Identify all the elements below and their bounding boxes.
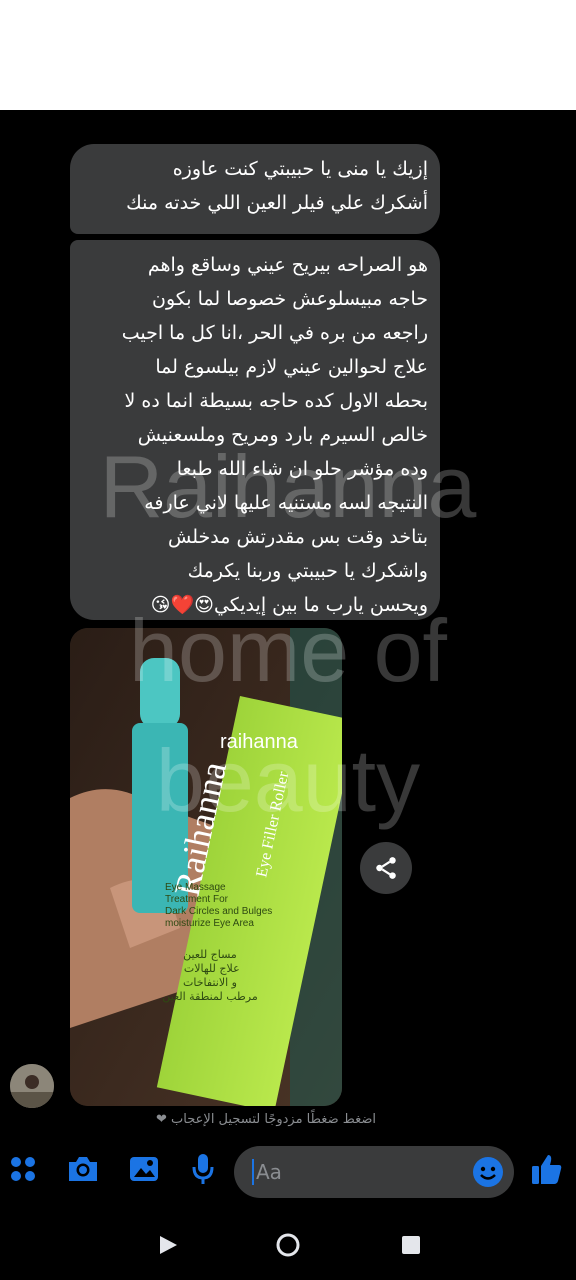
double-tap-like-hint: اضغط ضغطًا مزدوجًا لتسجيل الإعجاب ❤: [156, 1112, 376, 1127]
gallery-icon: [130, 1157, 158, 1181]
camera-button[interactable]: [64, 1152, 102, 1186]
status-area: [0, 0, 576, 110]
sender-avatar[interactable]: [10, 1064, 54, 1108]
photo-message[interactable]: raihanna Raihanna Eye Filler Roller Eye …: [70, 628, 342, 1106]
message-input[interactable]: Aa: [234, 1146, 514, 1198]
roller-cap: [140, 658, 180, 728]
emoji-icon[interactable]: [472, 1156, 504, 1188]
apps-icon: [11, 1157, 35, 1181]
like-icon: [532, 1155, 562, 1184]
camera-icon: [69, 1157, 97, 1181]
system-navigation-bar: [0, 1206, 576, 1280]
message-bubble-1[interactable]: إزيك يا منى يا حبيبتي كنت عاوزه أشكرك عل…: [70, 144, 440, 234]
share-button[interactable]: [360, 842, 412, 894]
avatar-image: [10, 1064, 54, 1108]
home-circle-icon[interactable]: [274, 1231, 302, 1259]
product-photo: raihanna Raihanna Eye Filler Roller Eye …: [70, 628, 342, 1106]
back-triangle-icon[interactable]: [156, 1233, 180, 1257]
microphone-icon: [192, 1154, 214, 1184]
microphone-button[interactable]: [186, 1150, 220, 1188]
text-caret: [252, 1159, 254, 1185]
gallery-button[interactable]: [126, 1152, 162, 1186]
like-button[interactable]: [528, 1150, 566, 1188]
message-bubble-2[interactable]: هو الصراحه بيريح عيني وساقع واهم حاجه مب…: [70, 240, 440, 620]
share-icon: [376, 857, 396, 879]
message-input-placeholder: Aa: [256, 1160, 282, 1184]
recents-square-icon[interactable]: [400, 1234, 422, 1256]
box-logo-text: raihanna: [220, 731, 299, 753]
apps-button[interactable]: [6, 1152, 40, 1186]
